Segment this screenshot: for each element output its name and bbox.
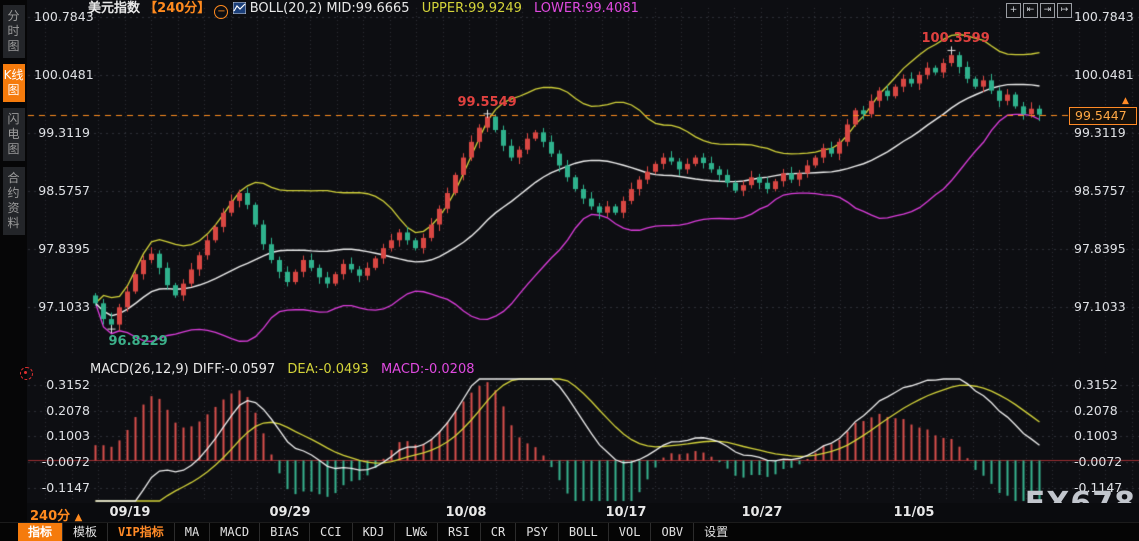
toolbar-item-vip-indicators[interactable]: VIP指标 xyxy=(107,523,174,541)
macd-dea-value: DEA:-0.0493 xyxy=(287,362,369,377)
period-badge: 【240分】 xyxy=(144,1,211,16)
macd-axis-label-left: 0.2078 xyxy=(46,402,90,418)
sidebar-tab-contract-info[interactable]: 合约资料 xyxy=(2,167,25,235)
macd-axis-label-right: 0.2078 xyxy=(1074,402,1118,418)
collapse-icon[interactable]: − xyxy=(214,5,229,19)
main-axis-label-left: 97.8395 xyxy=(38,241,90,256)
extreme-price-label: 99.5549 xyxy=(457,94,517,110)
sidebar-tab-tick-chart[interactable]: 闪电图 xyxy=(2,108,25,161)
toolbar-item-macd[interactable]: MACD xyxy=(209,523,259,541)
toolbar-item-boll[interactable]: BOLL xyxy=(557,523,608,541)
main-chart-header: 美元指数 【240分】 − BOLL(20,2) MID:99.6665 UPP… xyxy=(88,1,639,19)
macd-axis-label-left: 0.3152 xyxy=(46,377,90,392)
toolbar-item-vol[interactable]: VOL xyxy=(607,523,651,541)
main-axis-label-right: 97.8395 xyxy=(1074,241,1126,256)
compress-left-button[interactable]: ⇤ xyxy=(1023,3,1038,18)
macd-diff-value: DIFF:-0.0597 xyxy=(192,362,276,377)
toolbar-item-kdj[interactable]: KDJ xyxy=(351,523,395,541)
bottom-toolbar: 指标 模板 VIP指标 MA MACD BIAS CCI KDJ LW& RSI CR PSY BOLL… xyxy=(0,522,1139,541)
alert-icon[interactable] xyxy=(20,367,33,380)
current-price-tag: 99.5447 xyxy=(1069,107,1137,125)
sidebar-tab-time-chart[interactable]: 分时图 xyxy=(2,5,25,58)
main-axis-label-right: 97.1033 xyxy=(1074,299,1126,314)
top-right-toolbar: + ⇤ ⇥ ↦ xyxy=(1006,3,1072,18)
macd-axis-label-left: 0.1003 xyxy=(46,428,90,444)
toolbar-item-settings[interactable]: 设置 xyxy=(693,523,738,541)
toolbar-item-templates[interactable]: 模板 xyxy=(62,523,107,541)
toolbar-item-obv[interactable]: OBV xyxy=(650,523,693,541)
toolbar-item-lwr[interactable]: LW& xyxy=(394,523,437,541)
compress-right-button[interactable]: ⇥ xyxy=(1040,3,1055,18)
chart-app: 分时图 K线图闪电图合约资料 美元指数 【240分】 − BOLL(20,2) M… xyxy=(0,0,1139,541)
indicator-mini-icon xyxy=(232,1,247,15)
date-label: 11/05 xyxy=(893,505,935,520)
date-label: 10/17 xyxy=(605,505,647,520)
date-label: 10/08 xyxy=(445,505,487,520)
main-axis-label-left: 99.3119 xyxy=(38,125,90,140)
symbol-title: 美元指数 xyxy=(88,1,141,16)
date-label: 09/19 xyxy=(109,505,151,520)
toolbar-item-rsi[interactable]: RSI xyxy=(437,523,480,541)
boll-mid-value: MID:99.6665 xyxy=(326,1,410,16)
main-axis-label-left: 97.1033 xyxy=(38,299,90,314)
macd-title: MACD(26,12,9) xyxy=(90,362,189,377)
price-marker-icon: ▲ xyxy=(1122,96,1129,106)
chart-canvas[interactable] xyxy=(0,0,1139,541)
toolbar-item-indicators[interactable]: 指标 xyxy=(18,523,63,541)
date-label: 09/29 xyxy=(269,505,311,520)
date-label: 10/27 xyxy=(741,505,783,520)
boll-lower-value: LOWER:99.4081 xyxy=(534,1,639,16)
main-axis-label-right: 100.0481 xyxy=(1074,67,1134,82)
macd-axis-label-left: -0.0072 xyxy=(41,454,90,470)
toolbar-item-cci[interactable]: CCI xyxy=(308,523,352,541)
main-axis-label-left: 100.0481 xyxy=(34,67,94,82)
exit-right-button[interactable]: ↦ xyxy=(1057,3,1072,18)
crosshair-button[interactable]: + xyxy=(1006,3,1021,18)
boll-upper-value: UPPER:99.9249 xyxy=(421,1,522,16)
toolbar-item-psy[interactable]: PSY xyxy=(515,523,558,541)
toolbar-item-ma[interactable]: MA xyxy=(173,523,209,541)
macd-axis-label-right: -0.0072 xyxy=(1074,454,1123,470)
main-axis-label-left: 98.5757 xyxy=(38,183,90,198)
sidebar-tab-candle-chart[interactable]: K线图 xyxy=(2,64,25,102)
extreme-price-label: 96.8229 xyxy=(108,334,168,350)
main-axis-label-right: 98.5757 xyxy=(1074,183,1126,198)
date-axis: 240分 ▲ 09/19 09/29 10/08 10/17 10/27 11/05 xyxy=(27,503,1139,524)
macd-axis-label-right: 0.3152 xyxy=(1074,377,1118,392)
main-axis-label-right: 100.7843 xyxy=(1074,9,1134,24)
macd-axis-label-right: 0.1003 xyxy=(1074,428,1118,444)
macd-axis-label-left: -0.1147 xyxy=(41,480,90,495)
macd-header: MACD(26,12,9) DIFF:-0.0597 DEA:-0.0493 M… xyxy=(90,362,475,378)
toolbar-item-bias[interactable]: BIAS xyxy=(259,523,309,541)
sidebar: 分时图 K线图闪电图合约资料 xyxy=(0,0,27,541)
toolbar-item-cr[interactable]: CR xyxy=(479,523,515,541)
boll-label: BOLL(20,2) xyxy=(249,1,323,16)
main-axis-label-right: 99.3119 xyxy=(1074,125,1126,140)
main-axis-label-left: 100.7843 xyxy=(34,9,94,24)
extreme-price-label: 100.3599 xyxy=(921,31,990,47)
macd-macd-value: MACD:-0.0208 xyxy=(380,362,475,377)
